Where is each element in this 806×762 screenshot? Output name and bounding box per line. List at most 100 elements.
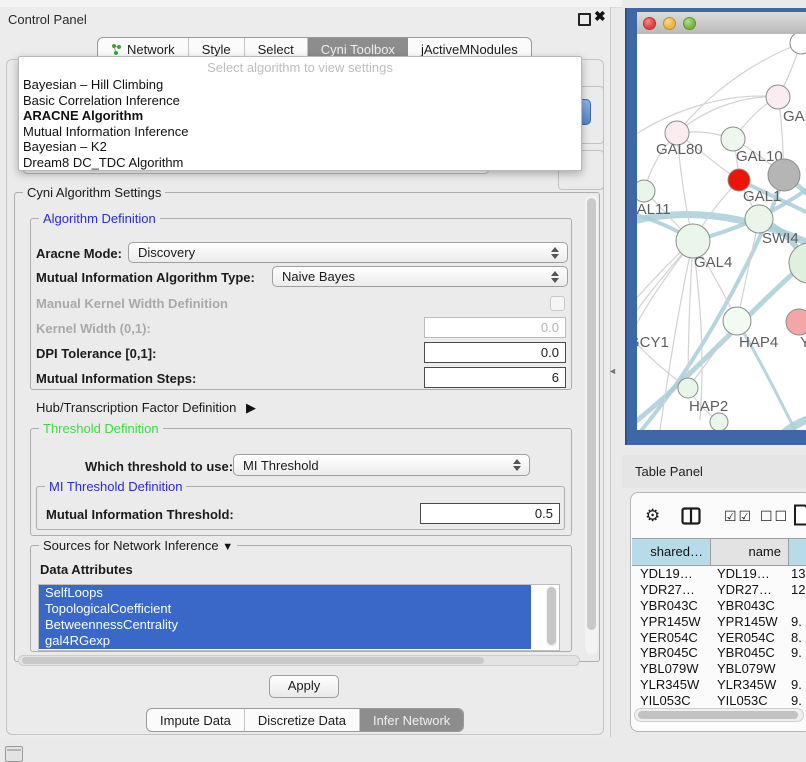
table-row[interactable]: YIL053CYIL053C9. <box>632 693 806 706</box>
table-cell: YDL19… <box>711 566 789 582</box>
hub-definition-toggle[interactable]: Hub/Transcription Factor Definition ▶ <box>36 400 256 416</box>
network-node-hap2[interactable] <box>678 378 698 398</box>
data-attribute-item[interactable]: TopologicalCoefficient <box>39 601 531 617</box>
document-icon[interactable] <box>793 504 806 526</box>
mi-type-combo[interactable]: Naive Bayes <box>272 266 568 287</box>
scrollbar-thumb[interactable] <box>587 198 596 630</box>
splitter-handle-icon[interactable]: ◄ <box>608 366 617 376</box>
network-node[interactable] <box>790 34 806 54</box>
minimize-traffic-light[interactable] <box>663 17 676 30</box>
tab-label: Network <box>127 42 175 57</box>
tab-label: Style <box>202 42 231 57</box>
table-row[interactable]: YBR045CYBR045C9. <box>632 645 806 661</box>
float-window-icon[interactable] <box>578 13 591 26</box>
sources-group-title[interactable]: Sources for Network Inference ▼ <box>39 538 237 553</box>
network-node-gal11[interactable] <box>637 180 655 202</box>
table-cell: 9. <box>789 677 806 693</box>
tab-impute-data[interactable]: Impute Data <box>147 709 245 731</box>
table-row[interactable]: YDL19…YDL19…13 <box>632 566 806 582</box>
network-node[interactable] <box>768 159 800 191</box>
mi-steps-label: Mutual Information Steps: <box>36 371 196 386</box>
network-node-y[interactable] <box>786 309 806 335</box>
tab-infer-network[interactable]: Infer Network <box>360 709 463 731</box>
data-attributes-list[interactable]: SelfLoopsTopologicalCoefficientBetweenne… <box>38 584 560 651</box>
algorithm-dropdown[interactable]: Select algorithm to view settings Bayesi… <box>18 56 582 171</box>
node-label: HAP4 <box>739 334 778 351</box>
data-attribute-item[interactable]: SelfLoops <box>39 585 531 601</box>
mi-steps-field[interactable]: 6 <box>424 367 566 388</box>
tab-label: jActiveMNodules <box>421 42 518 57</box>
table-cell: YBR045C <box>632 645 711 661</box>
node-label: GAL11 <box>637 201 671 218</box>
table-cell <box>789 661 806 677</box>
data-attribute-item[interactable]: gal4RGexp <box>39 633 531 649</box>
scrollbar-thumb[interactable] <box>638 711 798 719</box>
close-icon[interactable]: ✖ <box>594 8 606 25</box>
settings-horizontal-scrollbar[interactable] <box>18 655 580 666</box>
split-columns-icon[interactable] <box>681 507 701 525</box>
select-all-icon[interactable]: ☑☑ <box>724 508 753 525</box>
scrollbar-thumb[interactable] <box>22 657 484 664</box>
table-row[interactable]: YER054CYER054C8. <box>632 630 806 646</box>
minimized-panel-icon[interactable] <box>5 746 23 762</box>
column-header[interactable] <box>789 539 806 565</box>
group-title: MI Threshold Definition <box>45 479 186 494</box>
algorithm-option[interactable]: Bayesian – K2 <box>19 139 581 155</box>
table-row[interactable]: YBR043CYBR043C <box>632 598 806 614</box>
network-node-gal[interactable] <box>766 85 790 109</box>
tab-label: Impute Data <box>160 713 231 728</box>
table-cell: 8. <box>789 630 806 646</box>
table-cell: YBR043C <box>711 598 789 614</box>
network-icon <box>111 43 122 56</box>
tab-label: Discretize Data <box>258 713 346 728</box>
table-cell: 9. <box>789 614 806 630</box>
close-traffic-light[interactable] <box>643 17 656 30</box>
table-horizontal-scrollbar[interactable] <box>634 708 804 722</box>
algorithm-option[interactable]: Basic Correlation Inference <box>19 93 581 109</box>
mi-type-label: Mutual Information Algorithm Type: <box>36 270 255 285</box>
node-label: GAL80 <box>656 141 703 158</box>
algorithm-option[interactable]: Mutual Information Inference <box>19 124 581 140</box>
bottom-tabs: Impute Data Discretize Data Infer Networ… <box>146 708 464 732</box>
kernel-width-label: Kernel Width (0,1): <box>36 321 151 336</box>
column-header[interactable]: shared… <box>632 539 711 565</box>
settings-vertical-scrollbar[interactable] <box>585 196 598 654</box>
attributes-vertical-scrollbar[interactable] <box>546 586 557 647</box>
network-node-gal4[interactable] <box>676 224 710 258</box>
kernel-width-field[interactable]: 0.0 <box>424 317 566 338</box>
network-edge <box>770 420 806 430</box>
table-cell: YIL053C <box>632 693 711 706</box>
network-node-hap4[interactable] <box>723 307 751 335</box>
gear-icon[interactable]: ⚙ <box>645 506 660 526</box>
scrollbar-thumb[interactable] <box>547 587 556 645</box>
table-row[interactable]: YBL079WYBL079W <box>632 661 806 677</box>
which-threshold-combo[interactable]: MI Threshold <box>233 454 530 476</box>
algorithm-option[interactable]: Bayesian – Hill Climbing <box>19 77 581 93</box>
dpi-tolerance-field[interactable]: 0.0 <box>424 342 566 363</box>
network-node[interactable] <box>710 413 728 430</box>
network-node-swi4[interactable] <box>745 205 773 233</box>
network-window-titlebar[interactable] <box>637 12 806 35</box>
algorithm-option[interactable]: ARACNE Algorithm <box>19 108 581 124</box>
table-cell: YPR145W <box>711 614 789 630</box>
mi-threshold-field[interactable]: 0.5 <box>420 503 560 524</box>
aracne-mode-combo[interactable]: Discovery <box>128 242 568 263</box>
deselect-all-icon[interactable]: ☐☐ <box>760 508 789 525</box>
expanded-arrow-icon: ▼ <box>222 541 233 553</box>
manual-kernel-checkbox[interactable] <box>550 296 565 311</box>
column-header[interactable]: name <box>711 539 789 565</box>
table-row[interactable]: YPR145WYPR145W9. <box>632 614 806 630</box>
data-attribute-item[interactable]: BetweennessCentrality <box>39 617 531 633</box>
table-cell: YER054C <box>711 630 789 646</box>
network-canvas[interactable]: GALGAL80GAL10GAL1SWI4GAL11GAL4GCY1HAP4YH… <box>637 34 806 430</box>
apply-button[interactable]: Apply <box>269 675 339 698</box>
aracne-mode-label: Aracne Mode: <box>36 246 122 261</box>
table-cell: YIL053C <box>711 693 789 706</box>
algorithm-option[interactable]: Dream8 DC_TDC Algorithm <box>19 155 581 171</box>
hub-definition-label: Hub/Transcription Factor Definition <box>36 400 236 415</box>
tab-discretize-data[interactable]: Discretize Data <box>245 709 360 731</box>
table-row[interactable]: YDR27…YDR27…12 <box>632 582 806 598</box>
zoom-traffic-light[interactable] <box>683 17 696 30</box>
table-cell: YDR27… <box>711 582 789 598</box>
table-row[interactable]: YLR345WYLR345W9. <box>632 677 806 693</box>
